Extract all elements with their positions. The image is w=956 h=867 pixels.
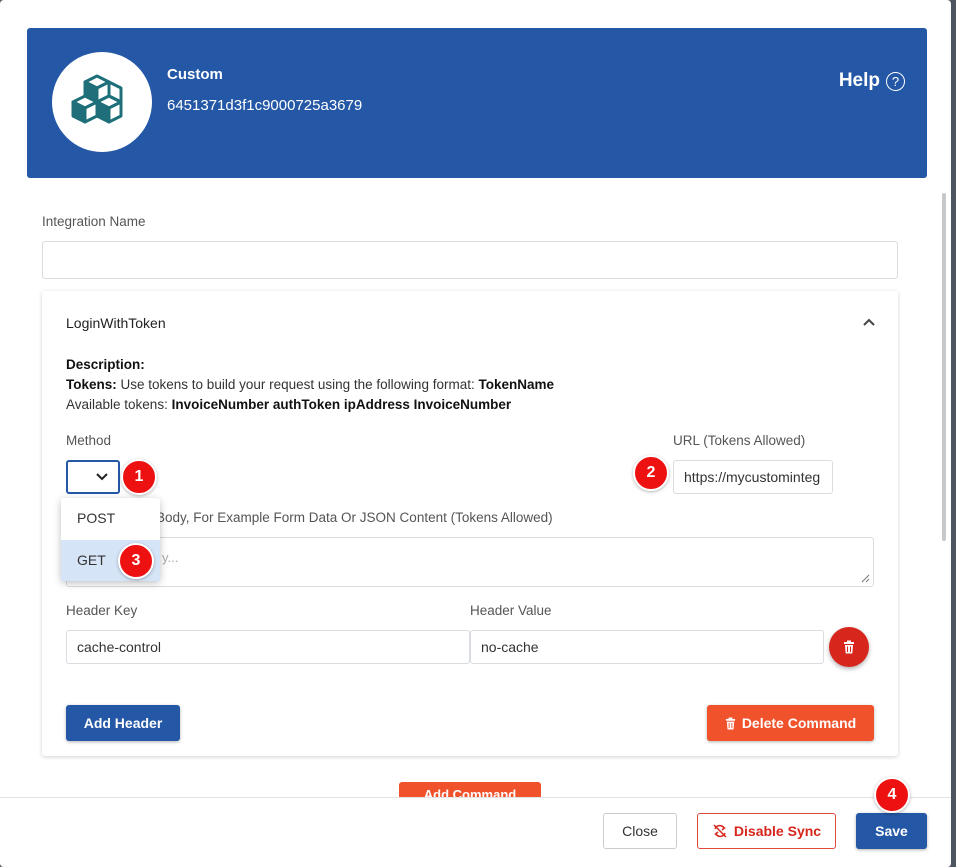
delete-header-button[interactable] [829,627,869,667]
method-label: Method [66,433,112,448]
body-label: Body, For Example Form Data Or JSON Cont… [156,510,553,525]
url-input[interactable] [673,460,833,494]
trash-icon [725,717,735,729]
disable-sync-button[interactable]: Disable Sync [697,813,836,849]
integration-logo [52,52,152,152]
url-label: URL (Tokens Allowed) [673,433,806,448]
annotation-badge-2: 2 [633,455,669,491]
chevron-down-icon [96,473,108,481]
help-label: Help [838,70,880,91]
description-label: Description: [66,357,145,372]
header-key-input[interactable] [66,630,470,664]
integration-type: Custom [167,66,223,83]
command-card: LoginWithToken Description: Tokens: Use … [42,291,898,756]
method-select[interactable] [66,460,120,494]
integration-name-input[interactable] [42,241,898,279]
tokens-line: Tokens: Use tokens to build your request… [66,377,554,392]
add-header-button[interactable]: Add Header [66,705,180,741]
available-tokens-label: Available tokens: [66,397,172,412]
save-button[interactable]: Save [856,813,927,849]
add-header-label: Add Header [83,715,163,731]
backdrop [951,0,956,867]
annotation-badge-4: 4 [874,777,910,813]
integration-id: 6451371d3f1c9000725a3679 [167,97,363,114]
header-value-input[interactable] [470,630,824,664]
available-tokens-line: Available tokens: InvoiceNumber authToke… [66,397,511,412]
disable-sync-label: Disable Sync [733,823,822,839]
resize-handle-icon[interactable] [861,574,870,583]
add-command-label: Add Command [423,787,517,797]
close-label: Close [622,823,658,839]
tokens-format: TokenName [478,377,554,392]
help-button[interactable]: Help ? [839,70,905,92]
tokens-text: Use tokens to build your request using t… [116,377,479,392]
delete-command-label: Delete Command [741,715,857,731]
method-option-post[interactable]: POST [61,498,160,539]
add-command-button[interactable]: Add Command [399,782,541,797]
chevron-up-icon[interactable] [862,315,876,329]
annotation-badge-1: 1 [121,459,157,495]
header-key-label: Header Key [66,603,138,618]
scrollbar-thumb[interactable] [942,193,946,541]
sync-off-icon [713,824,727,838]
available-tokens-list: InvoiceNumber authToken ipAddress Invoic… [171,397,512,412]
cubes-icon [71,74,123,124]
command-name: LoginWithToken [66,315,166,331]
trash-icon [844,640,854,654]
tokens-label: Tokens: [66,377,117,392]
integration-modal: Custom 6451371d3f1c9000725a3679 Help ? I… [0,0,951,867]
question-circle-icon: ? [886,71,905,91]
body-textarea[interactable]: y... [66,537,874,587]
delete-command-button[interactable]: Delete Command [707,705,874,741]
integration-name-label: Integration Name [42,214,146,229]
save-label: Save [875,823,908,839]
close-button[interactable]: Close [603,813,677,849]
modal-header: Custom 6451371d3f1c9000725a3679 Help ? [27,28,927,178]
header-value-label: Header Value [470,603,552,618]
body-placeholder: y... [162,550,179,565]
annotation-badge-3: 3 [118,543,154,579]
